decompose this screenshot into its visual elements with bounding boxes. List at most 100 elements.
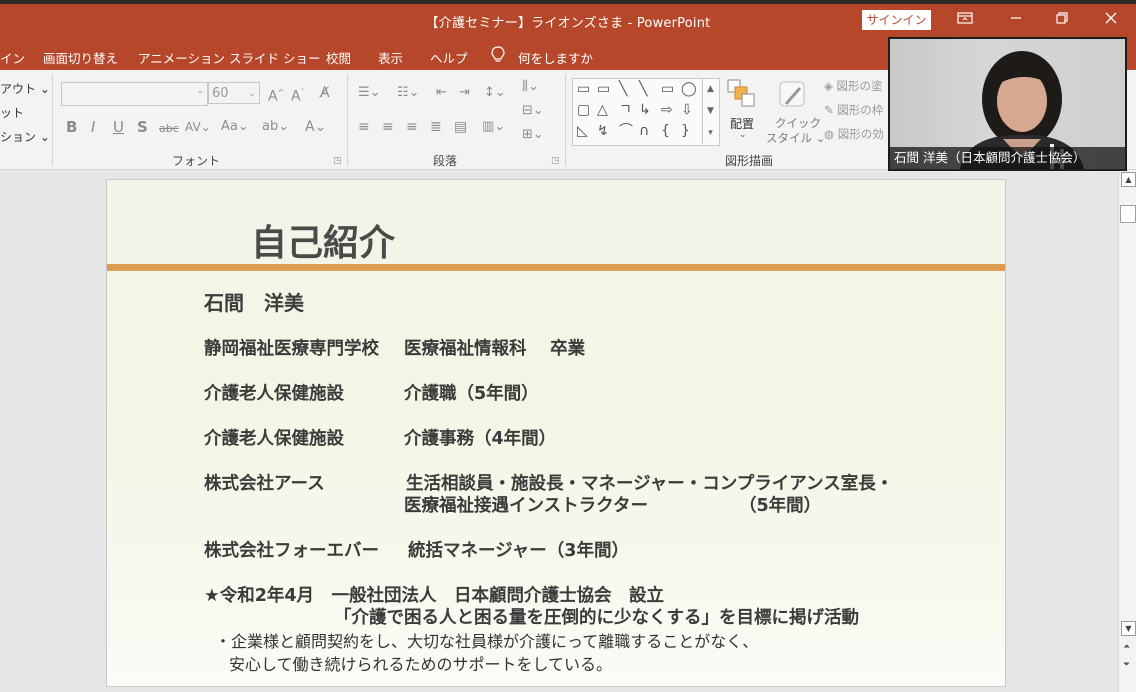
underline-icon[interactable]: U [113,118,124,136]
quick-style-label[interactable]: クイック [775,115,821,131]
font-color-icon[interactable]: A⌄ [305,118,326,136]
left-brace-icon[interactable]: { [661,123,670,139]
align-left-icon[interactable]: ≡ [358,118,370,136]
arrange-icon[interactable] [726,78,758,110]
highlight-icon[interactable]: ab⌄ [262,118,289,136]
smartart-icon[interactable]: ⊞⌄ [522,126,544,144]
strikethrough-icon[interactable]: abc [159,120,179,138]
ribbon-display-icon[interactable] [956,11,974,29]
presenter-name[interactable]: 石間 洋美 [204,287,304,316]
career-detail[interactable]: 医療福祉情報科 卒業 [404,335,585,360]
down-arrow-shape-icon[interactable]: ⇩ [681,102,693,118]
more-shapes-icon[interactable]: ▾ [703,122,718,144]
career-detail[interactable]: 介護職（5年間） [404,380,539,405]
tab-animations[interactable]: アニメーション [138,48,225,67]
dialog-launcher-icon[interactable]: ◳ [551,152,560,170]
shape-effects-button[interactable]: ◍ 図形の効 [824,126,884,142]
vertical-scrollbar[interactable]: ▲ ▼ ⏶ ⏷ [1118,170,1136,692]
shrink-font-icon[interactable]: Aˇ [291,84,305,106]
close-icon[interactable] [1102,11,1120,29]
quick-style-label-2[interactable]: スタイル ⌄ [766,130,825,146]
justify-icon[interactable]: ≣ [430,118,442,136]
reset-button[interactable]: ット [0,104,24,121]
career-org[interactable]: 介護老人保健施設 [204,425,344,450]
scroll-up-icon[interactable]: ▲ [703,78,718,100]
previous-slide-icon[interactable]: ⏶ [1123,642,1130,652]
align-center-icon[interactable]: ≡ [382,118,394,136]
textbox-shape-icon[interactable]: ▭ [577,81,590,97]
scroll-down-icon[interactable]: ▼ [1121,621,1136,636]
arrow-line-icon[interactable]: ╲ [639,81,647,97]
grow-font-icon[interactable]: A^ [268,84,284,106]
shape-outline-button[interactable]: ✎ 図形の枠 [824,102,883,118]
oval-shape-icon[interactable]: ◯ [681,81,697,97]
sign-in-button[interactable]: サインイン [862,10,931,30]
columns-icon[interactable]: ▥⌄ [482,118,505,136]
layout-button[interactable]: アウト ⌄ [0,80,50,97]
restore-icon[interactable] [1053,11,1071,29]
description-line[interactable]: ・企業様と顧問契約をし、大切な社員様が介護にって離職することがなく、 [215,628,758,652]
arc-shape-icon[interactable]: ⌒ [619,123,633,139]
tab-slideshow[interactable]: スライド ショー [229,48,320,67]
font-name-dropdown[interactable]: ⌄ [61,82,208,106]
italic-icon[interactable]: I [91,118,95,136]
distributed-icon[interactable]: ▤ [454,118,467,136]
tab-design[interactable]: イン [0,48,25,67]
rounded-rect-icon[interactable]: ▢ [577,102,590,118]
career-detail[interactable]: 統括マネージャー（3年間） [408,537,629,562]
career-org[interactable]: 静岡福祉医療専門学校 [204,335,379,360]
line-spacing-icon[interactable]: ↕⌄ [484,84,506,102]
career-org[interactable]: 株式会社フォーエバー [204,537,379,562]
career-detail[interactable]: 介護事務（4年間） [404,425,556,450]
mission-line[interactable]: 「介護で困る人と困る量を圧倒的に少なくする」を目標に掲げ活動 [334,604,859,629]
scroll-thumb[interactable] [1120,205,1136,223]
tab-help[interactable]: ヘルプ [430,48,468,67]
elbow-arrow-icon[interactable]: ↳ [639,102,651,118]
tab-transitions[interactable]: 画面切り替え [43,48,118,67]
description-line[interactable]: 安心して働き続けられるためのサポートをしている。 [229,651,612,675]
bold-icon[interactable]: B [66,118,77,136]
video-overlay[interactable]: 石間 洋美（日本顧問介護士協会） [888,37,1127,171]
slide-canvas[interactable]: 自己紹介 石間 洋美 静岡福祉医療専門学校 医療福祉情報科 卒業 介護老人保健施… [106,179,1006,687]
right-brace-icon[interactable]: } [681,123,690,139]
scroll-down-icon[interactable]: ▼ [703,100,718,122]
change-case-icon[interactable]: Aa⌄ [221,118,249,136]
scroll-up-icon[interactable]: ▲ [1121,172,1136,187]
minimize-icon[interactable] [1007,11,1025,29]
text-direction-icon[interactable]: ⫼⌄ [522,78,539,96]
career-org[interactable]: 介護老人保健施設 [204,380,344,405]
tab-review[interactable]: 校閲 [326,48,351,67]
shapes-gallery[interactable]: ▭ ▭ ╲ ╲ ▭ ◯ ▢ △ ㄱ ↳ ⇨ ⇩ ◺ ↯ ⌒ ∩ { } [572,78,720,146]
career-detail[interactable]: 医療福祉接遇インストラクター [404,492,648,517]
rectangle-shape-icon[interactable]: ▭ [661,81,674,97]
shadow-icon[interactable]: S [137,118,148,136]
career-org[interactable]: 株式会社アース [204,470,325,495]
bullets-icon[interactable]: ☰⌄ [358,84,381,102]
slide-title[interactable]: 自己紹介 [251,214,395,266]
quick-style-icon[interactable] [776,78,810,112]
next-slide-icon[interactable]: ⏷ [1123,660,1130,670]
align-text-icon[interactable]: ⊟⌄ [522,102,544,120]
tell-me-search[interactable]: 何をしますか [518,48,593,67]
dialog-launcher-icon[interactable]: ◳ [333,152,342,170]
scribble-shape-icon[interactable]: ↯ [597,123,609,139]
tab-view[interactable]: 表示 [378,48,403,67]
section-button[interactable]: ション ⌄ [0,128,50,145]
font-size-dropdown[interactable]: 60 ⌄ [208,82,260,104]
increase-indent-icon[interactable]: ⇥ [459,84,470,102]
right-arrow-shape-icon[interactable]: ⇨ [661,102,673,118]
line-shape-icon[interactable]: ╲ [619,81,627,97]
curve-shape-icon[interactable]: ∩ [639,123,649,139]
career-detail[interactable]: （5年間） [739,492,821,517]
decrease-indent-icon[interactable]: ⇤ [436,84,447,102]
vertical-textbox-icon[interactable]: ▭ [597,81,610,97]
lightbulb-icon[interactable] [491,46,505,67]
char-spacing-icon[interactable]: AV⌄ [185,118,211,136]
clear-format-icon[interactable]: A̸ [320,84,330,102]
align-right-icon[interactable]: ≡ [406,118,418,136]
shape-fill-button[interactable]: ◈ 図形の塗 [824,78,883,94]
freeform-shape-icon[interactable]: ◺ [577,123,588,139]
triangle-shape-icon[interactable]: △ [597,102,608,118]
elbow-connector-icon[interactable]: ㄱ [619,102,632,118]
numbering-icon[interactable]: ☷⌄ [397,84,420,102]
